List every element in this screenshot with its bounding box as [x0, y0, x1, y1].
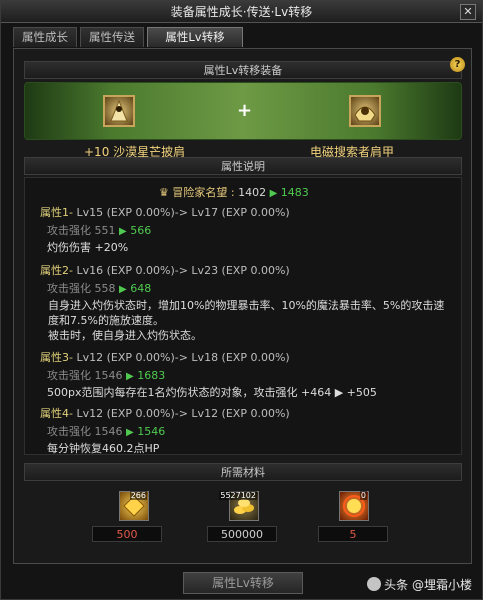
attribute-4-stat: 攻击强化	[47, 425, 91, 438]
attribute-2-stat-to: 648	[130, 282, 152, 295]
watermark: 头条 @埋霜小楼	[367, 576, 472, 593]
arrow-right-icon: ▶	[119, 284, 127, 295]
arrow-right-icon: ▶	[269, 188, 278, 199]
attribute-1: 属性1- Lv15 (EXP 0.00%)-> Lv17 (EXP 0.00%)…	[40, 204, 290, 255]
attribute-1-lv: Lv15 (EXP 0.00%)-> Lv17 (EXP 0.00%)	[76, 206, 290, 219]
attribute-4-lv: Lv12 (EXP 0.00%)-> Lv12 (EXP 0.00%)	[76, 407, 290, 420]
watermark-avatar-icon	[367, 577, 382, 591]
material-3-count: 0	[359, 491, 367, 500]
attribute-3-stat-to: 1683	[137, 369, 166, 382]
attribute-4-text: 每分钟恢复460.2点HP	[47, 442, 160, 455]
material-1-count: 266	[129, 491, 147, 500]
material-slot-1[interactable]: 266	[119, 491, 149, 521]
arrow-right-icon: ▶	[126, 427, 134, 438]
material-1-amount: 500	[92, 526, 162, 542]
reputation-from: 1402	[238, 186, 267, 199]
target-equipment-slot[interactable]	[349, 95, 381, 127]
attribute-2-text-2: 被击时，使自身进入灼伤状态。	[48, 329, 202, 342]
material-2-count: 5527102	[219, 491, 257, 500]
attribute-3-text: 500px范围内每存在1名灼伤状态的对象，攻击强化 +464 ▶ +505	[47, 386, 377, 399]
material-slot-3[interactable]: 0	[339, 491, 369, 521]
attribute-3-stat: 攻击强化	[47, 369, 91, 382]
reputation-icon: ♛	[159, 186, 169, 199]
attribute-2-stat: 攻击强化	[47, 282, 91, 295]
attribute-1-stat-from: 551	[94, 224, 116, 237]
attribute-description-header: 属性说明	[24, 157, 462, 175]
attribute-2-text-1: 自身进入灼伤状态时，增加10%的物理暴击率、10%的魔法暴击率、5%的攻击速度和…	[48, 299, 445, 327]
attribute-1-text: 灼伤伤害 +20%	[47, 241, 129, 254]
equipment-attribute-window: 装备属性成长·传送·Lv转移 ✕ 属性成长 属性传送 属性Lv转移 属性Lv转移…	[0, 0, 483, 600]
help-icon[interactable]: ?	[450, 57, 465, 72]
attribute-1-stat-to: 566	[130, 224, 152, 237]
cloak-icon	[110, 99, 128, 122]
window-title-text: 装备属性成长·传送·Lv转移	[170, 5, 313, 19]
attribute-3-lv: Lv12 (EXP 0.00%)-> Lv18 (EXP 0.00%)	[76, 351, 290, 364]
attribute-2: 属性2- Lv16 (EXP 0.00%)-> Lv23 (EXP 0.00%)…	[40, 262, 450, 343]
materials-header: 所需材料	[24, 463, 462, 481]
attribute-4: 属性4- Lv12 (EXP 0.00%)-> Lv12 (EXP 0.00%)…	[40, 405, 290, 456]
transfer-equipment-header: 属性Lv转移装备	[24, 61, 462, 79]
reputation-label: 冒险家名望 :	[172, 186, 235, 199]
shoulder-armor-icon	[354, 106, 376, 122]
attribute-4-head: 属性4-	[40, 407, 73, 420]
attribute-2-lv: Lv16 (EXP 0.00%)-> Lv23 (EXP 0.00%)	[76, 264, 290, 277]
attribute-1-head: 属性1-	[40, 206, 73, 219]
tab-bar: 属性成长 属性传送 属性Lv转移	[13, 27, 243, 47]
attribute-4-stat-to: 1546	[137, 425, 166, 438]
tab-attribute-transfer[interactable]: 属性传送	[80, 27, 144, 47]
attribute-3-stat-from: 1546	[94, 369, 123, 382]
arrow-right-icon: ▶	[126, 371, 134, 382]
attribute-4-stat-from: 1546	[94, 425, 123, 438]
arrow-right-icon: ▶	[119, 226, 127, 237]
attribute-1-stat: 攻击强化	[47, 224, 91, 237]
attribute-3: 属性3- Lv12 (EXP 0.00%)-> Lv18 (EXP 0.00%)…	[40, 349, 377, 400]
tab-attribute-growth[interactable]: 属性成长	[13, 27, 77, 47]
equipment-transfer-bar: +	[24, 82, 462, 140]
main-panel: 属性Lv转移装备 ? + +10 沙漠星芒披肩 电磁搜索者肩甲 属性说明 ♛ 冒…	[13, 48, 472, 564]
material-3-amount: 5	[318, 526, 388, 542]
window-title: 装备属性成长·传送·Lv转移 ✕	[1, 1, 482, 23]
reputation-line: ♛ 冒险家名望 : 1402 ▶ 1483	[159, 184, 309, 200]
close-button[interactable]: ✕	[460, 4, 476, 20]
plus-icon: +	[237, 100, 253, 121]
source-equipment-slot[interactable]	[103, 95, 135, 127]
material-2-amount: 500000	[207, 526, 277, 542]
lv-transfer-button[interactable]: 属性Lv转移	[183, 572, 303, 594]
tab-attribute-lv-transfer[interactable]: 属性Lv转移	[147, 27, 243, 47]
attribute-2-head: 属性2-	[40, 264, 73, 277]
reputation-to: 1483	[280, 186, 309, 199]
watermark-text: 头条 @埋霜小楼	[384, 578, 472, 592]
attribute-2-stat-from: 558	[94, 282, 116, 295]
attribute-3-head: 属性3-	[40, 351, 73, 364]
material-slot-2[interactable]: 5527102	[219, 491, 259, 521]
